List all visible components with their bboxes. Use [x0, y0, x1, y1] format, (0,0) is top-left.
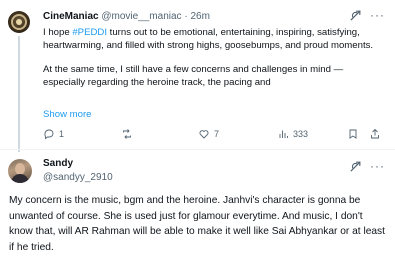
reply-author-name[interactable]: Sandy	[43, 158, 73, 169]
divider	[0, 149, 395, 150]
views-count: 333	[293, 129, 309, 139]
tweet-header: CineManiac @movie__maniac · 26m	[43, 11, 210, 22]
reply-icon	[44, 129, 54, 140]
grok-icon[interactable]	[349, 9, 362, 22]
share-button[interactable]	[369, 128, 381, 140]
tweet-paragraph-1: I hope #PEDDI turns out to be emotional,…	[43, 27, 379, 52]
hashtag-link[interactable]: #PEDDI	[72, 27, 107, 38]
repost-button[interactable]	[121, 128, 137, 140]
bookmark-icon	[349, 129, 357, 139]
avatar[interactable]	[8, 11, 30, 33]
tweet-text: I hope #PEDDI turns out to be emotional,…	[43, 27, 379, 89]
share-icon	[371, 128, 379, 139]
reply-more-icon[interactable]: ···	[370, 159, 385, 173]
like-count: 7	[214, 129, 220, 139]
author-handle[interactable]: @movie__maniac	[101, 11, 181, 22]
reply-count: 1	[59, 129, 65, 139]
show-more-link[interactable]: Show more	[43, 109, 92, 120]
reply-text: My concern is the music, bgm and the her…	[9, 195, 385, 253]
reply-avatar[interactable]	[8, 159, 32, 183]
main-tweet[interactable]: CineManiac @movie__maniac · 26m ··· I ho…	[0, 0, 395, 152]
avatar-body	[11, 174, 29, 183]
timestamp[interactable]: 26m	[190, 11, 209, 22]
tweet-paragraph-2: At the same time, I still have a few con…	[43, 64, 344, 88]
more-icon[interactable]: ···	[370, 8, 385, 22]
repost-icon	[123, 129, 131, 139]
bookmark-button[interactable]	[347, 128, 359, 140]
tweet-actions: 1 7 333	[43, 128, 383, 144]
views-button[interactable]: 333	[277, 128, 308, 140]
text-prefix: I hope	[43, 27, 73, 38]
avatar-center	[16, 19, 22, 25]
heart-icon	[199, 130, 209, 139]
views-icon	[279, 130, 288, 138]
like-button[interactable]: 7	[198, 128, 219, 140]
reply-author-handle[interactable]: @sandyy_2910	[43, 172, 113, 183]
author-name[interactable]: CineManiac	[43, 11, 99, 22]
separator: ·	[184, 11, 188, 22]
grok-icon[interactable]	[349, 160, 362, 173]
thread-line	[18, 36, 20, 152]
reply-button[interactable]: 1	[43, 128, 64, 140]
